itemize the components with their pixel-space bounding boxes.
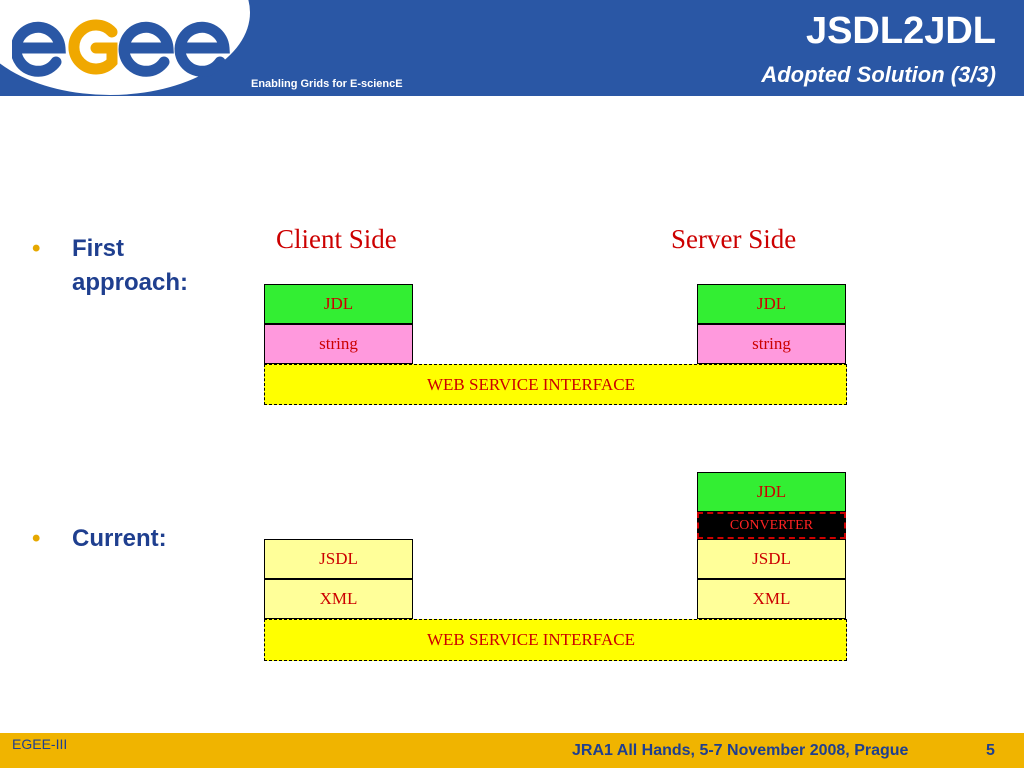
- first-web-service-interface: WEB SERVICE INTERFACE: [264, 364, 847, 405]
- server-side-label: Server Side: [671, 224, 797, 254]
- client-side-label: Client Side: [276, 224, 397, 254]
- first-client-string-box: string: [264, 324, 413, 364]
- current-client-xml-box: XML: [264, 579, 413, 619]
- current-server-xml-box: XML: [697, 579, 846, 619]
- current-server-jdl-box: JDL: [697, 472, 846, 512]
- current-server-converter-box: CONVERTER: [697, 512, 846, 539]
- first-server-string-box: string: [697, 324, 846, 364]
- current-web-service-interface: WEB SERVICE INTERFACE: [264, 619, 847, 661]
- egee-logo: [12, 19, 230, 77]
- current-server-jsdl-box: JSDL: [697, 539, 846, 579]
- footer-bar: EGEE-III JRA1 All Hands, 5-7 November 20…: [0, 733, 1024, 768]
- bullet-label: Current:: [72, 525, 167, 552]
- slide-title: JSDL2JDL: [805, 10, 996, 52]
- first-server-jdl-box: JDL: [697, 284, 846, 324]
- header-bar: Enabling Grids for E-sciencE JSDL2JDL Ad…: [0, 0, 1024, 96]
- bullet-current: • Current:: [32, 522, 232, 556]
- bullet-dot-icon: •: [32, 235, 41, 262]
- bullet-dot-icon: •: [32, 525, 41, 552]
- slide-subtitle: Adopted Solution (3/3): [761, 62, 996, 87]
- current-client-jsdl-box: JSDL: [264, 539, 413, 579]
- footer-event-label: JRA1 All Hands, 5-7 November 2008, Pragu…: [572, 742, 909, 759]
- page-number: 5: [986, 742, 995, 759]
- first-client-jdl-box: JDL: [264, 284, 413, 324]
- bullet-first-approach: • First approach:: [32, 232, 232, 300]
- tagline: Enabling Grids for E-sciencE: [251, 78, 403, 90]
- bullet-label: First approach:: [72, 235, 189, 296]
- footer-project-label: EGEE-III: [12, 736, 68, 752]
